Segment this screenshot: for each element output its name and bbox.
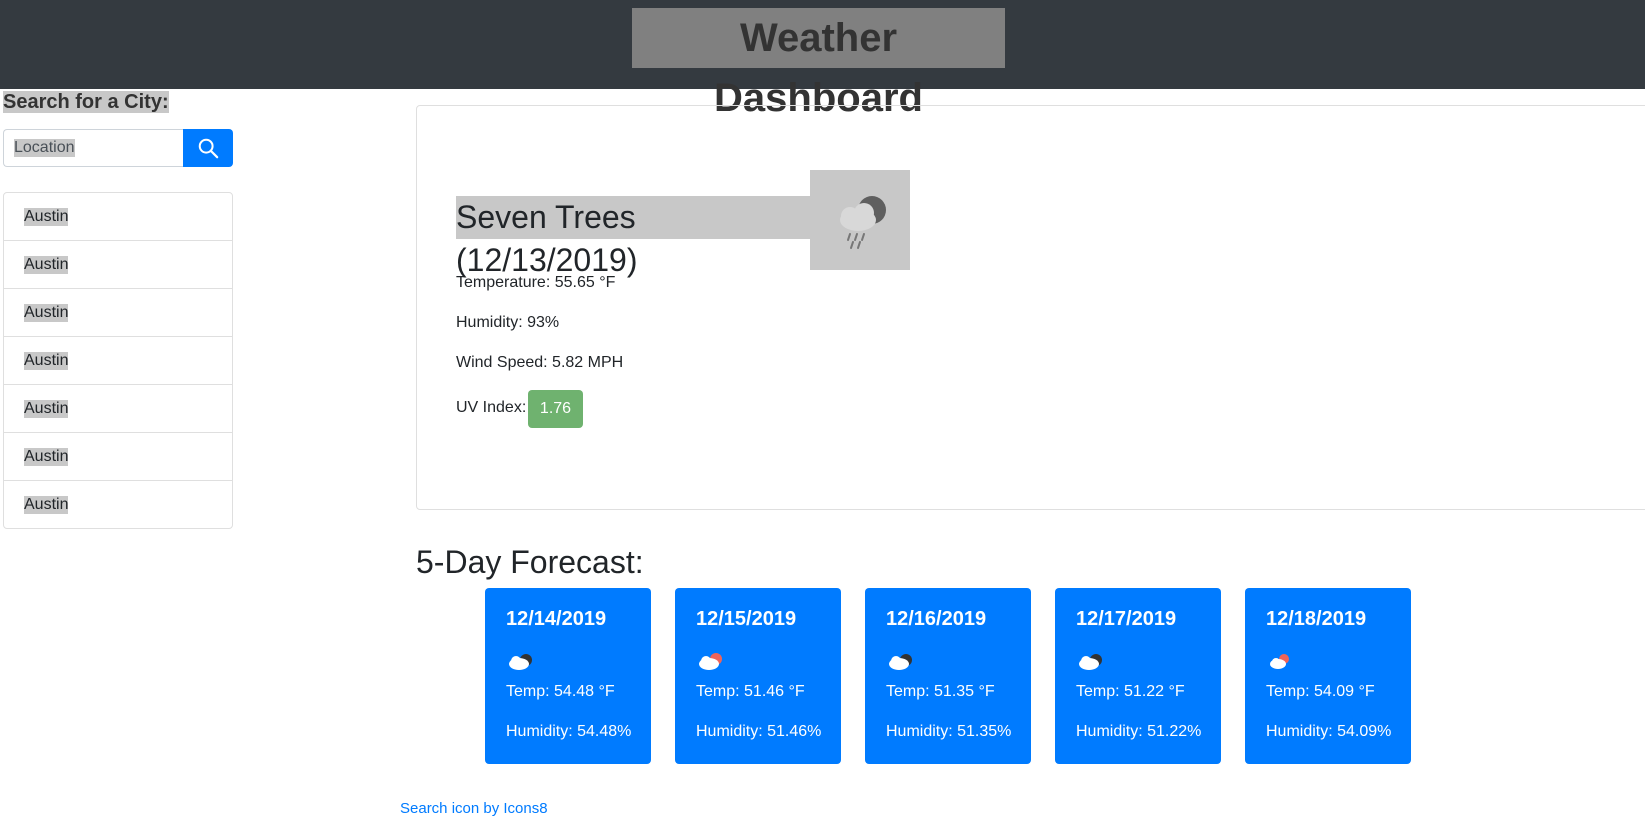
current-weather-card — [416, 105, 1645, 510]
forecast-date: 12/14/2019 — [506, 608, 607, 630]
forecast-card: 12/14/2019 Temp: 54.48 °F Humidity: 54.4… — [485, 588, 651, 764]
page-title: Weather Dashboard — [632, 8, 1005, 120]
search-heading: Search for a City: — [3, 91, 169, 113]
forecast-heading: 5-Day Forecast: — [416, 544, 644, 580]
search-icon — [198, 138, 219, 159]
forecast-humidity: Humidity: 51.46% — [696, 723, 822, 740]
forecast-card: 12/18/2019 Temp: 54.09 °F Humidity: 54.0… — [1245, 588, 1411, 764]
search-button[interactable] — [183, 129, 233, 167]
forecast-temp: Temp: 51.22 °F — [1076, 683, 1185, 700]
forecast-temp: Temp: 54.48 °F — [506, 683, 615, 700]
history-item[interactable]: Austin — [3, 240, 233, 289]
current-city-title: Seven Trees (12/13/2019) — [456, 196, 818, 278]
forecast-humidity: Humidity: 51.35% — [886, 723, 1012, 740]
history-item[interactable]: Austin — [3, 384, 233, 433]
cloud-sun-icon — [1270, 654, 1289, 669]
current-wind-speed: Wind Speed: 5.82 MPH — [456, 354, 624, 371]
forecast-humidity: Humidity: 54.48% — [506, 723, 632, 740]
forecast-card: 12/17/2019 Temp: 51.22 °F Humidity: 51.2… — [1055, 588, 1221, 764]
search-input-value: Location — [14, 139, 75, 157]
forecast-temp: Temp: 54.09 °F — [1266, 683, 1375, 700]
forecast-temp: Temp: 51.35 °F — [886, 683, 995, 700]
forecast-date: 12/18/2019 — [1266, 608, 1367, 630]
uv-index-label: UV Index: — [456, 399, 527, 416]
cloud-sun-icon — [699, 653, 722, 670]
cloud-moon-icon — [509, 654, 532, 670]
forecast-humidity: Humidity: 54.09% — [1266, 723, 1392, 740]
forecast-date: 12/15/2019 — [696, 608, 797, 630]
history-item[interactable]: Austin — [3, 192, 233, 241]
uv-index-badge: 1.76 — [528, 390, 583, 428]
history-item[interactable]: Austin — [3, 288, 233, 337]
page-header: Weather Dashboard — [0, 0, 1645, 120]
rain-cloud-moon-icon — [810, 170, 910, 270]
current-temperature: Temperature: 55.65 °F — [456, 274, 616, 291]
history-item[interactable]: Austin — [3, 432, 233, 481]
history-item[interactable]: Austin — [3, 336, 233, 385]
cloud-moon-icon — [1079, 654, 1102, 670]
forecast-humidity: Humidity: 51.22% — [1076, 723, 1202, 740]
forecast-card: 12/16/2019 Temp: 51.35 °F Humidity: 51.3… — [865, 588, 1031, 764]
history-item[interactable]: Austin — [3, 480, 233, 529]
icon-credit-link[interactable]: Search icon by Icons8 — [400, 800, 548, 817]
current-humidity: Humidity: 93% — [456, 314, 560, 331]
forecast-card: 12/15/2019 Temp: 51.46 °F Humidity: 51.4… — [675, 588, 841, 764]
search-input[interactable]: Location — [3, 129, 183, 167]
search-history-list: Austin Austin Austin Austin Austin Austi… — [3, 192, 233, 529]
cloud-moon-icon — [889, 654, 912, 670]
forecast-date: 12/16/2019 — [886, 608, 987, 630]
forecast-temp: Temp: 51.46 °F — [696, 683, 805, 700]
forecast-date: 12/17/2019 — [1076, 608, 1177, 630]
